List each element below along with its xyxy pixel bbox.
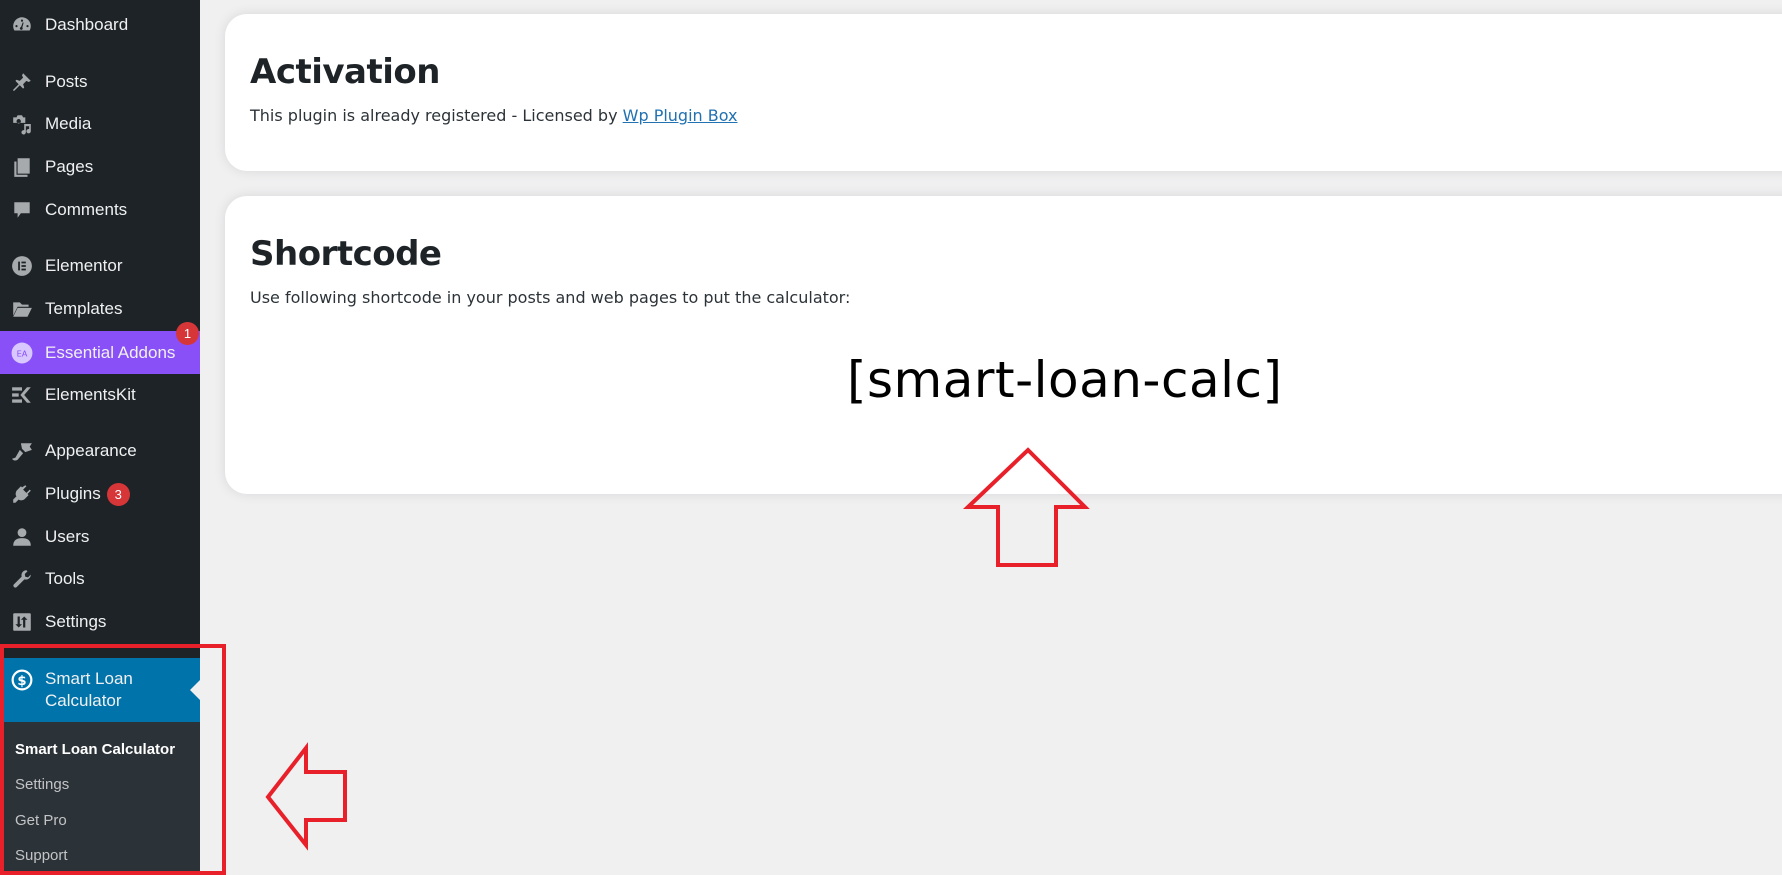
sidebar-item-elementskit[interactable]: ElementsKit xyxy=(0,374,200,416)
sidebar-item-plugins[interactable]: Plugins 3 xyxy=(0,473,200,515)
activation-text: This plugin is already registered - Lice… xyxy=(250,106,738,125)
elementor-icon xyxy=(10,254,34,278)
sidebar-item-appearance[interactable]: Appearance xyxy=(0,430,200,472)
submenu-item-support[interactable]: Support xyxy=(15,847,68,864)
elementskit-icon xyxy=(10,383,34,407)
dollar-icon: $ xyxy=(10,668,34,692)
sidebar-item-posts[interactable]: Posts xyxy=(0,61,200,103)
folder-icon xyxy=(10,297,34,321)
license-link[interactable]: Wp Plugin Box xyxy=(623,106,738,125)
sidebar-item-templates[interactable]: Templates xyxy=(0,288,200,330)
sidebar-item-label: Posts xyxy=(45,72,88,91)
sidebar-item-label: Smart Loan Calculator xyxy=(45,669,133,710)
shortcode-value[interactable]: [smart-loan-calc] xyxy=(847,351,1282,409)
shortcode-title: Shortcode xyxy=(250,234,442,274)
sidebar-item-label: Plugins xyxy=(45,484,101,503)
brush-icon xyxy=(10,439,34,463)
shortcode-description: Use following shortcode in your posts an… xyxy=(250,288,851,307)
sidebar-item-settings[interactable]: Settings xyxy=(0,601,200,643)
user-icon xyxy=(10,525,34,549)
sidebar-item-label: Comments xyxy=(45,200,128,219)
sidebar-item-media[interactable]: Media xyxy=(0,103,200,145)
sidebar-item-label: Dashboard xyxy=(45,15,129,34)
svg-text:EA: EA xyxy=(17,348,28,358)
submenu-item-get-pro[interactable]: Get Pro xyxy=(15,812,67,829)
activation-message: This plugin is already registered - Lice… xyxy=(250,106,623,125)
sidebar-item-dashboard[interactable]: Dashboard xyxy=(0,4,200,46)
sidebar-item-essential-addons[interactable]: EA Essential Addons 1 xyxy=(0,322,200,374)
sidebar-item-label: Settings xyxy=(45,612,107,631)
notification-badge: 3 xyxy=(106,482,130,506)
comment-icon xyxy=(10,198,34,222)
plug-icon xyxy=(10,482,34,506)
sidebar-item-label: ElementsKit xyxy=(45,385,136,404)
sidebar-item-label: Essential Addons xyxy=(45,342,176,362)
sidebar-item-label: Templates xyxy=(45,299,123,318)
admin-sidebar: Dashboard Posts Media Pages Comments Ele… xyxy=(0,0,200,875)
essential-addons-icon: EA xyxy=(10,341,34,365)
pages-icon xyxy=(10,155,34,179)
wrench-icon xyxy=(10,567,34,591)
sidebar-item-comments[interactable]: Comments xyxy=(0,189,200,231)
sidebar-item-label: Appearance xyxy=(45,441,137,460)
settings-icon xyxy=(10,610,34,634)
sidebar-item-users[interactable]: Users xyxy=(0,516,200,558)
sidebar-item-smart-loan-calculator[interactable]: $ Smart Loan Calculator xyxy=(0,658,200,722)
submenu: Smart Loan Calculator Settings Get Pro S… xyxy=(0,722,200,875)
svg-text:$: $ xyxy=(17,674,26,689)
shortcode-card: Shortcode Use following shortcode in you… xyxy=(225,196,1782,494)
pin-icon xyxy=(10,70,34,94)
sidebar-item-elementor[interactable]: Elementor xyxy=(0,245,200,287)
notification-badge: 1 xyxy=(176,322,199,345)
sidebar-item-pages[interactable]: Pages xyxy=(0,146,200,188)
sidebar-item-tools[interactable]: Tools xyxy=(0,558,200,600)
activation-card: Activation This plugin is already regist… xyxy=(225,14,1782,171)
left-arrow-icon xyxy=(265,742,347,851)
submenu-item-smart-loan-calculator[interactable]: Smart Loan Calculator xyxy=(15,741,175,758)
sidebar-item-label: Elementor xyxy=(45,256,123,275)
activation-title: Activation xyxy=(250,52,440,92)
sidebar-item-label: Pages xyxy=(45,157,94,176)
current-menu-indicator xyxy=(190,680,200,700)
media-icon xyxy=(10,112,34,136)
sidebar-item-label: Media xyxy=(45,114,92,133)
dashboard-icon xyxy=(10,13,34,37)
sidebar-item-label: Users xyxy=(45,527,90,546)
sidebar-item-label: Tools xyxy=(45,569,85,588)
submenu-item-settings[interactable]: Settings xyxy=(15,776,69,793)
